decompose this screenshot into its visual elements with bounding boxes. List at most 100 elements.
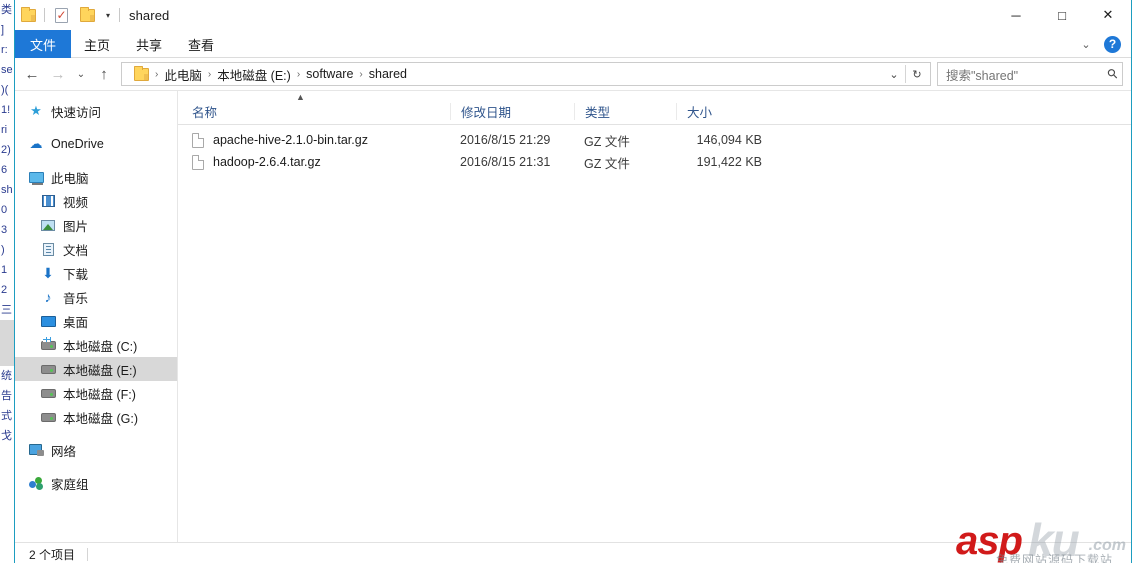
bg-fragment: 告	[1, 390, 12, 402]
file-type-cell: GZ 文件	[584, 156, 630, 171]
chevron-down-icon[interactable]: ⌄	[1076, 38, 1096, 51]
bg-fragment: 1	[1, 264, 8, 276]
sidebar-item-onedrive[interactable]: ☁ OneDrive	[15, 132, 177, 156]
sidebar-item-label: 家庭组	[51, 477, 89, 492]
search-box[interactable]: 搜索"shared" ⚲	[937, 62, 1123, 86]
breadcrumb-separator[interactable]: ›	[153, 69, 160, 80]
file-size-cell: 191,422 KB	[696, 155, 762, 169]
column-header-name[interactable]: 名称	[178, 103, 450, 120]
tab-view[interactable]: 查看	[175, 30, 227, 58]
toolbar-divider	[44, 8, 45, 22]
file-icon	[192, 154, 204, 170]
disk-icon	[39, 408, 57, 426]
sidebar-item-documents[interactable]: 文档	[15, 237, 177, 261]
sidebar-item-music[interactable]: ♪ 音乐	[15, 285, 177, 309]
close-button[interactable]: ✕	[1085, 0, 1131, 30]
tab-home[interactable]: 主页	[71, 30, 123, 58]
sidebar-item-label: 文档	[63, 243, 89, 258]
column-header-type[interactable]: 类型	[574, 103, 676, 120]
sidebar-item-label: 桌面	[63, 315, 89, 330]
table-row[interactable]: apache-hive-2.1.0-bin.tar.gz 2016/8/15 2…	[178, 129, 1131, 151]
sidebar-item-local-disk-c[interactable]: 本地磁盘 (C:)	[15, 333, 177, 357]
properties-icon[interactable]: ✓	[48, 2, 74, 28]
sidebar-item-videos[interactable]: 视频	[15, 189, 177, 213]
breadcrumb-item-this-pc[interactable]: 此电脑	[160, 63, 206, 85]
folder-icon[interactable]	[15, 2, 41, 28]
breadcrumb[interactable]: › 此电脑 › 本地磁盘 (E:) › software › shared ⌄ …	[121, 62, 931, 86]
video-icon	[39, 192, 57, 210]
window-controls: ─ □ ✕	[993, 0, 1131, 30]
breadcrumb-item-local-disk-e[interactable]: 本地磁盘 (E:)	[213, 63, 295, 85]
system-disk-icon	[39, 336, 57, 354]
navigation-pane: ★ 快速访问 ☁ OneDrive 此电脑 视频 图片 文档 ⬇ 下载 ♪ 音乐…	[15, 91, 177, 542]
sidebar-item-quick-access[interactable]: ★ 快速访问	[15, 99, 177, 123]
back-button[interactable]: ←	[19, 61, 45, 87]
item-count-label: 2 个项目	[29, 548, 76, 562]
file-name-cell[interactable]: hadoop-2.6.4.tar.gz	[178, 154, 450, 170]
sort-ascending-icon[interactable]: ▲	[296, 93, 305, 102]
file-explorer-window: ✓ ▾ shared ─ □ ✕ 文件 主页 共享 查看 ⌄ ? ← → ⌄ ↑	[14, 0, 1132, 567]
sidebar-item-local-disk-e[interactable]: 本地磁盘 (E:)	[15, 357, 177, 381]
recent-locations-icon[interactable]: ⌄	[71, 61, 91, 87]
tab-share[interactable]: 共享	[123, 30, 175, 58]
sidebar-item-label: 此电脑	[51, 171, 89, 186]
bg-fragment: 1!	[1, 104, 11, 116]
new-folder-icon[interactable]	[74, 2, 100, 28]
address-bar: ← → ⌄ ↑ › 此电脑 › 本地磁盘 (E:) › software › s…	[15, 58, 1131, 90]
address-bar-buttons: ⌄ ↻	[883, 63, 928, 85]
sidebar-item-local-disk-f[interactable]: 本地磁盘 (F:)	[15, 381, 177, 405]
taskbar-sliver	[0, 563, 1132, 571]
minimize-button[interactable]: ─	[993, 0, 1039, 30]
sidebar-item-label: 音乐	[63, 291, 89, 306]
file-list-pane: ▲ 名称 修改日期 类型 大小 apache-hive-2.1.0-bin.ta…	[177, 91, 1131, 542]
toolbar-divider	[119, 8, 120, 22]
sidebar-item-network[interactable]: 网络	[15, 438, 177, 462]
breadcrumb-item-shared[interactable]: shared	[365, 63, 411, 85]
customize-qat-caret-icon[interactable]: ▾	[100, 2, 116, 28]
title-bar: ✓ ▾ shared ─ □ ✕	[15, 0, 1131, 30]
sidebar-item-label: 本地磁盘 (F:)	[63, 387, 136, 402]
breadcrumb-item-software[interactable]: software	[302, 63, 357, 85]
file-date-cell: 2016/8/15 21:31	[460, 155, 551, 169]
desktop-icon	[39, 312, 57, 330]
refresh-icon[interactable]: ↻	[906, 63, 928, 85]
sidebar-item-local-disk-g[interactable]: 本地磁盘 (G:)	[15, 405, 177, 429]
breadcrumb-separator[interactable]: ›	[357, 69, 364, 80]
help-icon[interactable]: ?	[1104, 35, 1121, 53]
file-size-cell: 146,094 KB	[696, 133, 762, 147]
music-icon: ♪	[44, 289, 52, 305]
status-divider	[87, 548, 89, 561]
file-type-cell: GZ 文件	[584, 134, 630, 149]
ribbon-tab-bar: 文件 主页 共享 查看 ⌄ ?	[15, 30, 1131, 58]
sidebar-item-desktop[interactable]: 桌面	[15, 309, 177, 333]
sidebar-item-pictures[interactable]: 图片	[15, 213, 177, 237]
file-rows: apache-hive-2.1.0-bin.tar.gz 2016/8/15 2…	[178, 125, 1131, 542]
bg-fragment: ]	[1, 24, 5, 36]
bg-fragment: r:	[1, 44, 8, 56]
table-row[interactable]: hadoop-2.6.4.tar.gz 2016/8/15 21:31 GZ 文…	[178, 151, 1131, 173]
quick-access-toolbar: ✓ ▾	[15, 2, 123, 28]
address-history-caret-icon[interactable]: ⌄	[883, 63, 905, 85]
forward-button[interactable]: →	[45, 61, 71, 87]
sidebar-item-this-pc[interactable]: 此电脑	[15, 165, 177, 189]
file-date-cell: 2016/8/15 21:29	[460, 133, 551, 147]
tab-file[interactable]: 文件	[15, 30, 71, 58]
search-input[interactable]: 搜索"shared"	[946, 65, 1108, 84]
breadcrumb-separator[interactable]: ›	[295, 69, 302, 80]
column-header-date-modified[interactable]: 修改日期	[450, 103, 574, 120]
column-header-size[interactable]: 大小	[676, 103, 762, 120]
bg-fragment: 2)	[1, 144, 11, 156]
sidebar-item-homegroup[interactable]: 家庭组	[15, 471, 177, 495]
homegroup-icon	[27, 474, 45, 492]
sidebar-item-label: 快速访问	[51, 105, 102, 120]
maximize-button[interactable]: □	[1039, 0, 1085, 30]
up-button[interactable]: ↑	[91, 61, 117, 87]
file-name-label: hadoop-2.6.4.tar.gz	[213, 155, 321, 169]
bg-fragment: )(	[1, 84, 9, 96]
breadcrumb-separator[interactable]: ›	[206, 69, 213, 80]
file-name-cell[interactable]: apache-hive-2.1.0-bin.tar.gz	[178, 132, 450, 148]
sidebar-item-downloads[interactable]: ⬇ 下载	[15, 261, 177, 285]
